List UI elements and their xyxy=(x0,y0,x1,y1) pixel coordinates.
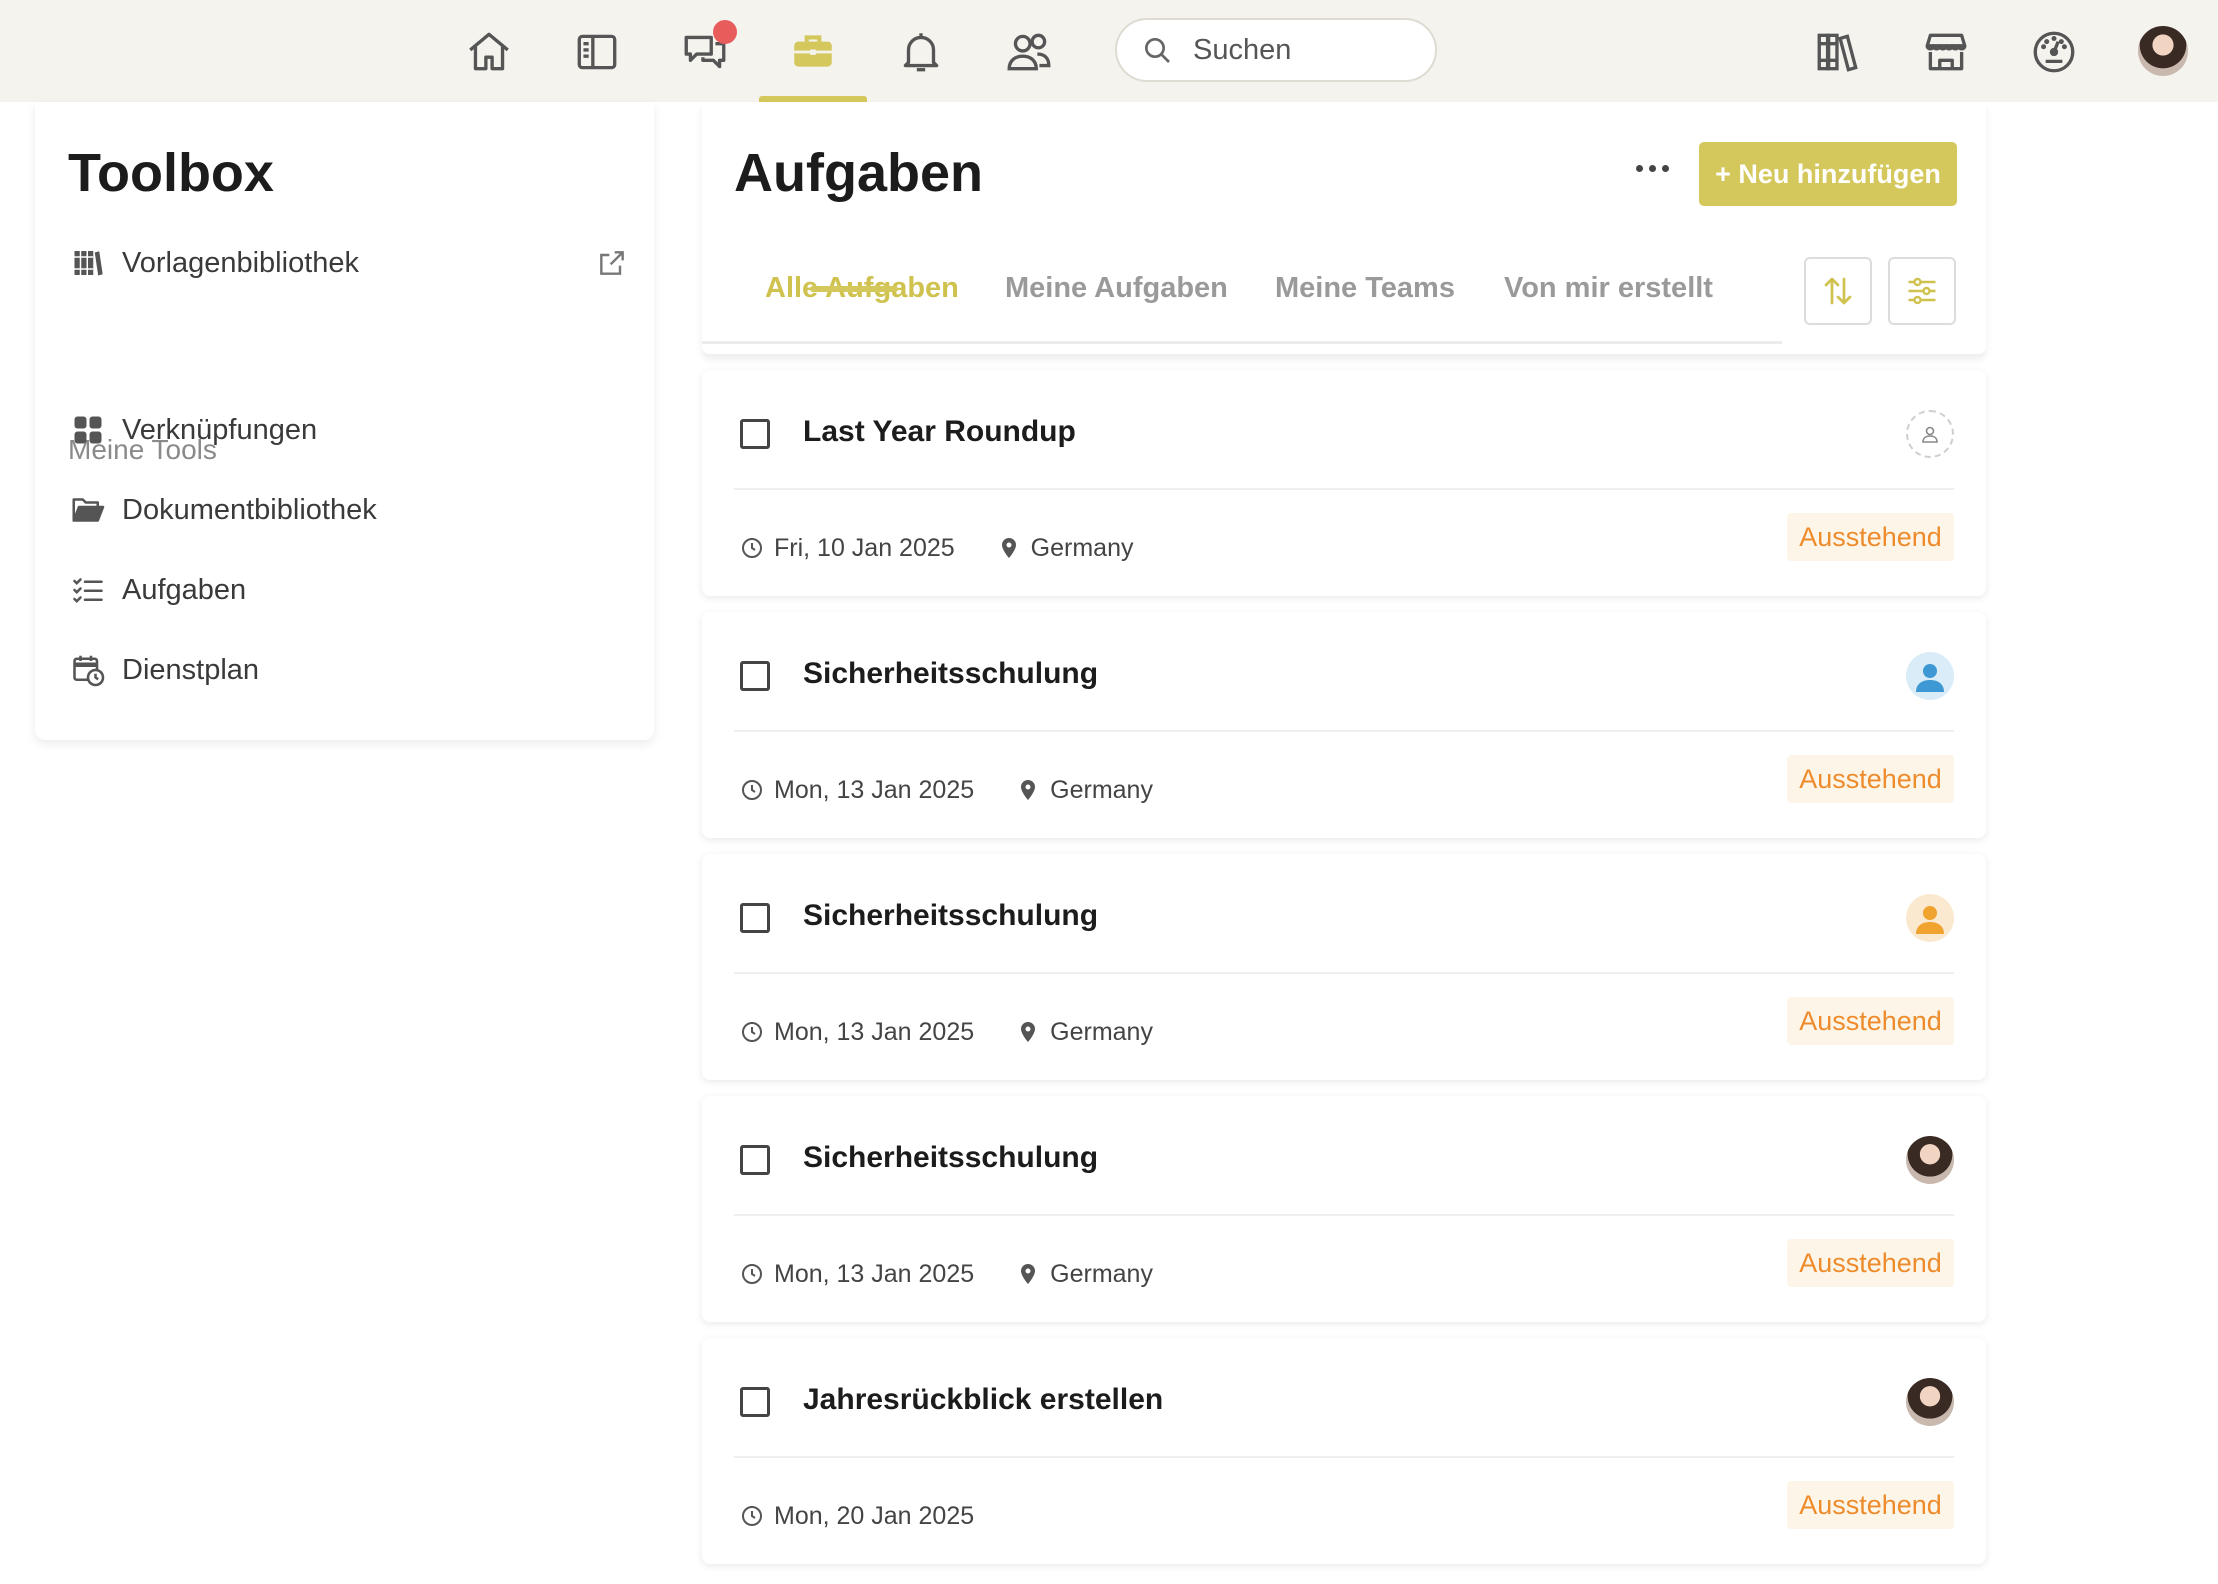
home-icon[interactable] xyxy=(457,20,521,84)
calendar-clock-icon xyxy=(68,650,108,690)
user-avatar[interactable] xyxy=(2138,26,2188,76)
location-pin-icon xyxy=(1021,1022,1036,1042)
briefcase-icon[interactable] xyxy=(781,20,845,84)
task-location: Germany xyxy=(1050,1259,1153,1288)
task-location: Germany xyxy=(1050,775,1153,804)
task-name[interactable]: Sicherheitsschulung xyxy=(803,899,1098,933)
user-avatar[interactable] xyxy=(1906,1378,1954,1426)
task-card[interactable]: Sicherheitsschulung Mon, 13 Jan 2025 Ger… xyxy=(702,1096,1986,1322)
card-divider xyxy=(734,730,1954,732)
search-field[interactable] xyxy=(1115,18,1437,82)
sidebar-panel-icon[interactable] xyxy=(565,20,629,84)
sidebar-item-document-library[interactable]: Dokumentbibliothek xyxy=(68,482,628,538)
task-checkbox[interactable] xyxy=(740,903,770,933)
dashboard-icon[interactable] xyxy=(2022,20,2086,84)
store-icon[interactable] xyxy=(1914,20,1978,84)
card-divider xyxy=(734,1456,1954,1458)
users-icon[interactable] xyxy=(997,20,1061,84)
task-card[interactable]: Last Year Roundup Fri, 10 Jan 2025 Germa… xyxy=(702,370,1986,596)
task-location: Germany xyxy=(1030,533,1134,562)
search-input[interactable] xyxy=(1193,33,1413,67)
task-date: Mon, 20 Jan 2025 xyxy=(774,1501,975,1530)
task-meta: Fri, 10 Jan 2025 Germany xyxy=(740,528,1133,568)
status-badge: Ausstehend xyxy=(1787,997,1954,1045)
notification-dot xyxy=(713,20,737,44)
sidebar-item-label: Aufgaben xyxy=(122,573,247,606)
location-pin-icon xyxy=(1021,1264,1036,1284)
sidebar-item-roster[interactable]: Dienstplan xyxy=(68,642,628,698)
more-options-button[interactable] xyxy=(1620,146,1684,190)
task-date: Mon, 13 Jan 2025 xyxy=(774,775,975,804)
active-tab-indicator xyxy=(810,286,898,292)
sidebar-item-template-library[interactable]: Vorlagenbibliothek xyxy=(68,235,628,291)
sort-button[interactable] xyxy=(1804,257,1872,325)
sidebar-item-label: Verknüpfungen xyxy=(122,413,318,446)
sidebar-title: Toolbox xyxy=(68,143,274,203)
task-card[interactable]: Sicherheitsschulung Mon, 13 Jan 2025 Ger… xyxy=(702,612,1986,838)
filter-sliders-icon xyxy=(1908,277,1936,305)
books-icon xyxy=(68,243,108,283)
status-badge: Ausstehend xyxy=(1787,755,1954,803)
clock-icon xyxy=(742,1506,762,1526)
sidebar-item-tasks[interactable]: Aufgaben xyxy=(68,562,628,618)
grid-icon xyxy=(68,410,108,450)
task-name[interactable]: Sicherheitsschulung xyxy=(803,1141,1098,1175)
clock-icon xyxy=(742,1022,762,1042)
task-checkbox[interactable] xyxy=(740,419,770,449)
tab-created-by-me[interactable]: Von mir erstellt xyxy=(1504,272,1713,305)
bell-icon[interactable] xyxy=(889,20,953,84)
task-meta: Mon, 20 Jan 2025 xyxy=(740,1496,1016,1536)
sidebar-item-label: Vorlagenbibliothek xyxy=(122,246,360,279)
status-badge: Ausstehend xyxy=(1787,1239,1954,1287)
user-avatar[interactable] xyxy=(1906,1136,1954,1184)
page-title: Aufgaben xyxy=(734,143,983,203)
task-location: Germany xyxy=(1050,1017,1153,1046)
task-checkbox[interactable] xyxy=(740,661,770,691)
task-card[interactable]: Sicherheitsschulung Mon, 13 Jan 2025 Ger… xyxy=(702,854,1986,1080)
add-new-button[interactable]: + Neu hinzufügen xyxy=(1699,142,1957,206)
task-tabs: Alle Aufgaben Meine Aufgaben Meine Teams… xyxy=(702,252,1782,344)
checklist-icon xyxy=(68,570,108,610)
tab-my-tasks[interactable]: Meine Aufgaben xyxy=(1005,272,1228,305)
sidebar-item-shortcuts[interactable]: Verknüpfungen xyxy=(68,402,628,458)
status-badge: Ausstehend xyxy=(1787,1481,1954,1529)
filter-button[interactable] xyxy=(1888,257,1956,325)
card-divider xyxy=(734,488,1954,490)
top-navigation-bar xyxy=(0,0,2218,102)
task-card[interactable]: Jahresrückblick erstellen Mon, 20 Jan 20… xyxy=(702,1338,1986,1564)
task-meta: Mon, 13 Jan 2025 Germany xyxy=(740,1254,1153,1294)
task-checkbox[interactable] xyxy=(740,1387,770,1417)
task-checkbox[interactable] xyxy=(740,1145,770,1175)
task-name[interactable]: Sicherheitsschulung xyxy=(803,657,1098,691)
location-pin-icon xyxy=(1021,780,1036,800)
library-icon[interactable] xyxy=(1806,20,1870,84)
task-name[interactable]: Jahresrückblick erstellen xyxy=(803,1383,1163,1417)
task-date: Mon, 13 Jan 2025 xyxy=(774,1017,975,1046)
task-date: Mon, 13 Jan 2025 xyxy=(774,1259,975,1288)
folder-icon xyxy=(68,490,108,530)
clock-icon xyxy=(742,780,762,800)
location-pin-icon xyxy=(1001,538,1016,558)
card-divider xyxy=(734,1214,1954,1216)
external-link-icon[interactable] xyxy=(596,247,628,279)
user-avatar-icon[interactable] xyxy=(1906,652,1954,700)
task-name[interactable]: Last Year Roundup xyxy=(803,415,1076,449)
card-divider xyxy=(734,972,1954,974)
task-date: Fri, 10 Jan 2025 xyxy=(774,533,955,562)
clock-icon xyxy=(742,538,762,558)
tasks-header: Aufgaben + Neu hinzufügen Alle Aufgaben … xyxy=(702,102,1986,354)
clock-icon xyxy=(742,1264,762,1284)
task-meta: Mon, 13 Jan 2025 Germany xyxy=(740,1012,1153,1052)
toolbox-sidebar: Toolbox Vorlagenbibliothek Meine Tools V… xyxy=(35,102,654,740)
task-meta: Mon, 13 Jan 2025 Germany xyxy=(740,770,1153,810)
sidebar-item-label: Dokumentbibliothek xyxy=(122,493,377,526)
status-badge: Ausstehend xyxy=(1787,513,1954,561)
user-avatar-icon[interactable] xyxy=(1906,894,1954,942)
sidebar-item-label: Dienstplan xyxy=(122,653,260,686)
unassigned-user-icon[interactable] xyxy=(1906,410,1954,458)
sort-icon xyxy=(1824,277,1852,305)
tab-my-teams[interactable]: Meine Teams xyxy=(1275,272,1455,305)
search-icon xyxy=(1145,38,1170,63)
